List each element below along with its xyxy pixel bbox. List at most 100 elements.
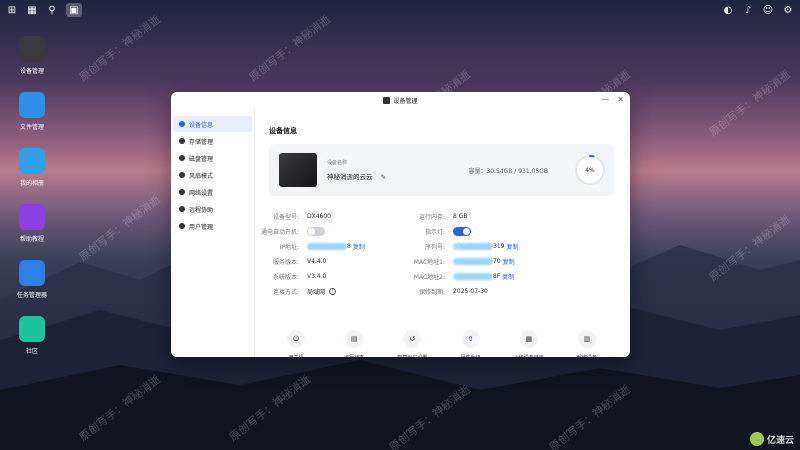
sidebar-item-3[interactable]: 风扇模式	[173, 167, 252, 183]
toggle-switch[interactable]	[453, 226, 471, 236]
gear-icon[interactable]: ⚙	[782, 4, 794, 16]
info-row-right-3: MAC地址1: 70 复制	[387, 255, 515, 267]
widgets-icon[interactable]: ▦	[26, 4, 38, 16]
redacted-value	[453, 272, 493, 280]
folder-icon	[19, 92, 45, 118]
user-icon[interactable]: ☺	[762, 4, 774, 16]
desktop-icon-1[interactable]: 文件管理	[8, 92, 56, 138]
desktop-icon-label: 文件管理	[19, 124, 44, 131]
monitor-icon: ▤	[345, 330, 364, 348]
info-row-right-1: 指示灯:	[387, 225, 471, 237]
desktop-icon-label: 任务管理器	[16, 292, 47, 299]
action-button-0[interactable]: ⏻ 开关机	[271, 330, 321, 357]
info-key: 设备型号:	[272, 213, 299, 221]
device-icon	[19, 36, 45, 62]
logo-icon	[749, 432, 764, 446]
sidebar-item-4[interactable]: 网络设置	[173, 184, 252, 200]
action-bar: ⏻ 开关机 ▤ 运行状态 ↺ 恢复出厂设置 ⇧ 固件升级 ▦ 上传设备日志 ▥ 解绑设备	[269, 330, 614, 357]
info-value: 局域网	[307, 288, 326, 296]
help-icon	[19, 204, 45, 230]
device-manager-window: 设备管理 — ✕ 设备信息 存储管理 磁盘管理 风扇模式 网络设置 远程协助 用户管理 设备…	[171, 92, 630, 357]
power-icon: ⏻	[287, 330, 305, 348]
info-value: 8	[347, 242, 351, 250]
edit-icon[interactable]: ✎	[381, 173, 386, 181]
info-row-right-2: 序列号: 319 复制	[387, 240, 518, 252]
copy-link[interactable]: 复制	[353, 242, 365, 251]
window-title: 设备管理	[393, 97, 418, 105]
main-content: 设备信息 设备名称 神秘消逝的云云 ✎ 容量：30.54GB / 931.05G…	[261, 108, 614, 357]
action-label: 恢复出厂设置	[397, 354, 427, 357]
toggle-switch[interactable]	[307, 226, 325, 236]
minimize-icon[interactable]: —	[601, 95, 609, 104]
sidebar-item-1[interactable]: 存储管理	[173, 133, 252, 149]
sidebar-item-0[interactable]: 设备信息	[173, 116, 252, 132]
remote-icon	[179, 206, 185, 212]
info-key: 服务版本:	[272, 258, 299, 266]
unbind-icon: ▥	[577, 330, 596, 348]
sidebar-item-label: 磁盘管理	[189, 155, 214, 163]
action-label: 运行状态	[344, 354, 364, 357]
sidebar-item-label: 设备信息	[189, 121, 214, 129]
info-value: 2025-07-30	[453, 287, 488, 295]
active-window-icon[interactable]: ▣	[66, 3, 82, 17]
theme-icon[interactable]: ◐	[722, 4, 734, 16]
desktop-icon-label: 设备管理	[19, 68, 44, 75]
info-icon	[179, 121, 185, 127]
sidebar-item-label: 用户管理	[189, 223, 214, 231]
info-row-left-3: 服务版本: V4.4.0	[241, 255, 326, 267]
bell-icon[interactable]: ♪	[742, 4, 754, 16]
info-key: 序列号:	[424, 243, 445, 251]
redacted-value	[307, 242, 347, 250]
info-row-left-2: IP地址: 8 复制	[241, 240, 365, 252]
desktop-icon-2[interactable]: 我的相册	[8, 148, 56, 194]
community-icon	[19, 316, 45, 342]
device-info-grid: 设备型号: DX4600 通电自动开机: IP地址: 8 复制 服务版本: V4.4.0 系统版…	[261, 202, 614, 302]
share-icon[interactable]: ⚲	[46, 4, 58, 16]
action-button-2[interactable]: ↺ 恢复出厂设置	[387, 330, 437, 357]
copy-link[interactable]: 复制	[502, 272, 514, 281]
desktop-icon-0[interactable]: 设备管理	[8, 36, 56, 82]
info-row-left-5: 连接方式: 局域网?	[241, 285, 337, 297]
close-icon[interactable]: ✕	[617, 95, 624, 104]
info-key: 通电自动开机:	[260, 228, 299, 236]
info-value: 70	[493, 257, 501, 265]
device-name: 神秘消逝的云云 ✎	[327, 173, 387, 181]
device-name-label: 设备名称	[327, 160, 348, 166]
info-key: MAC地址2:	[413, 273, 445, 281]
info-row-left-1: 通电自动开机:	[241, 225, 325, 237]
photo-icon	[19, 148, 45, 174]
action-button-3[interactable]: ⇧ 固件升级	[446, 330, 496, 357]
action-label: 固件升级	[461, 354, 481, 357]
copy-link[interactable]: 复制	[503, 257, 515, 266]
storage-icon	[179, 138, 185, 144]
info-key: 连接方式:	[272, 288, 299, 296]
info-key: 系统版本:	[272, 273, 299, 281]
info-row-left-0: 设备型号: DX4600	[241, 210, 331, 222]
apps-grid-icon[interactable]: ⊞	[6, 4, 18, 16]
section-title: 设备信息	[269, 127, 297, 135]
action-button-4[interactable]: ▦ 上传设备日志	[504, 330, 554, 357]
info-row-right-0: 运行内存: 8 GB	[387, 210, 468, 222]
info-key: 指示灯:	[424, 228, 445, 236]
info-row-right-4: MAC地址2: 8F 复制	[387, 270, 514, 282]
sidebar-item-label: 风扇模式	[189, 172, 214, 180]
desktop-icon-3[interactable]: 帮助教程	[8, 204, 56, 250]
sidebar-item-label: 存储管理	[189, 138, 214, 146]
desktop-icon-5[interactable]: 社区	[8, 316, 56, 362]
desktop-icon-label: 社区	[25, 348, 38, 355]
reset-icon: ↺	[403, 330, 422, 348]
info-value: V3.4.0	[307, 272, 327, 280]
disk-icon	[179, 155, 185, 161]
copy-link[interactable]: 复制	[506, 242, 518, 251]
sidebar-item-label: 网络设置	[189, 189, 214, 197]
action-button-5[interactable]: ▥ 解绑设备	[562, 330, 612, 357]
top-bar: ⊞ ▦ ⚲ ▣ ◐ ♪ ☺ ⚙	[0, 0, 800, 20]
info-row-left-4: 系统版本: V3.4.0	[241, 270, 326, 282]
help-icon[interactable]: ?	[329, 287, 337, 295]
sidebar-item-2[interactable]: 磁盘管理	[173, 150, 252, 166]
action-button-1[interactable]: ▤ 运行状态	[329, 330, 379, 357]
info-key: 运行内存:	[418, 213, 445, 221]
desktop-icon-label: 帮助教程	[19, 236, 44, 243]
info-key: MAC地址1:	[413, 258, 445, 266]
desktop-icon-4[interactable]: 任务管理器	[8, 260, 56, 306]
